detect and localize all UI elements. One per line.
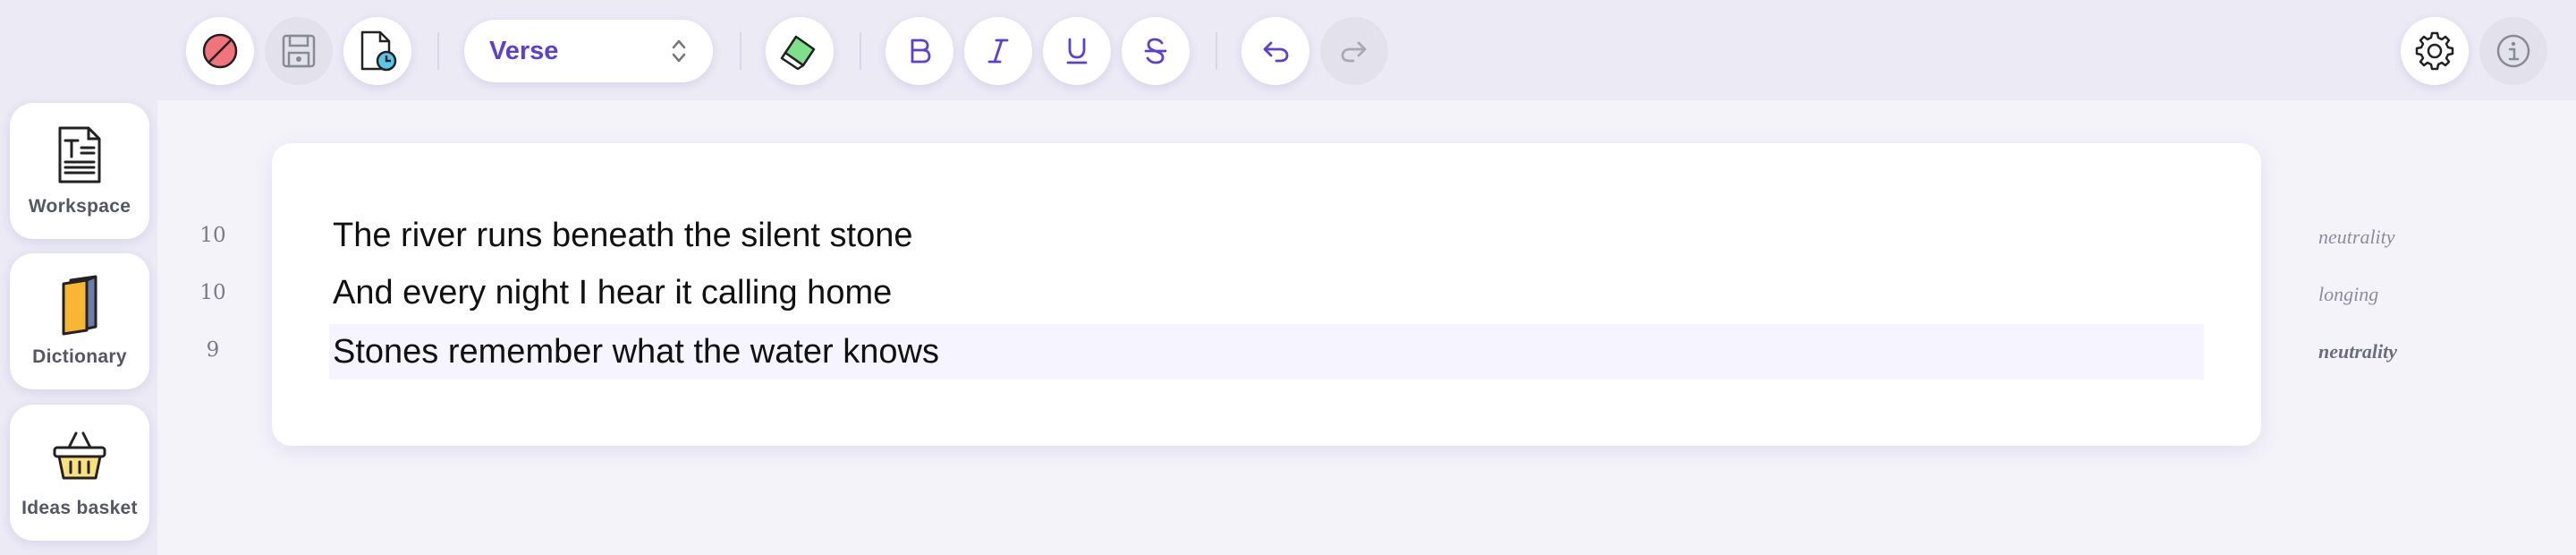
- verse-line-text: And every night I hear it calling home: [333, 273, 893, 312]
- sidebar-item-label: Workspace: [28, 196, 131, 217]
- sidebar-item-ideas-basket[interactable]: Ideas basket: [10, 405, 149, 541]
- verse-line-text: The river runs beneath the silent stone: [333, 216, 913, 254]
- italic-button[interactable]: [964, 17, 1032, 85]
- sidebar-item-dictionary[interactable]: Dictionary: [10, 253, 149, 389]
- save-button[interactable]: [265, 17, 333, 85]
- line-mood: longing: [2318, 283, 2379, 305]
- toolbar: Verse: [0, 0, 2576, 100]
- redo-button[interactable]: [1320, 17, 1388, 85]
- underline-icon: [1066, 38, 1088, 64]
- history-button[interactable]: [343, 17, 411, 85]
- strikethrough-button[interactable]: [1122, 17, 1190, 85]
- verse-line[interactable]: The river runs beneath the silent stone: [329, 208, 2204, 263]
- line-mood-active: neutrality: [2318, 340, 2398, 363]
- basket-icon: [53, 431, 106, 480]
- chevron-updown-icon: [672, 39, 686, 63]
- verse-editor[interactable]: The river runs beneath the silent stone …: [272, 143, 2261, 446]
- redo-icon: [1341, 41, 1367, 63]
- text-document-icon: [58, 126, 101, 184]
- toolbar-separator: [740, 32, 741, 70]
- settings-button[interactable]: [2401, 17, 2469, 85]
- mode-select[interactable]: Verse: [464, 20, 713, 82]
- verse-line-text: Stones remember what the water knows: [333, 332, 939, 371]
- sidebar-item-label: Dictionary: [32, 346, 127, 367]
- syllable-count: 10: [199, 224, 226, 247]
- underline-button[interactable]: [1043, 17, 1111, 85]
- book-icon: [62, 275, 97, 336]
- bold-button[interactable]: [886, 17, 953, 85]
- toolbar-separator: [437, 32, 439, 70]
- info-icon: [2496, 34, 2530, 68]
- sidebar-item-workspace[interactable]: Workspace: [10, 103, 149, 239]
- syllable-count: 10: [199, 281, 226, 304]
- gear-icon: [2415, 31, 2454, 71]
- undo-button[interactable]: [1241, 17, 1309, 85]
- strikethrough-icon: [1144, 38, 1167, 64]
- clear-button[interactable]: [186, 17, 254, 85]
- document-clock-icon: [360, 30, 397, 72]
- verse-line-active[interactable]: Stones remember what the water knows: [329, 324, 2204, 380]
- undo-icon: [1263, 41, 1289, 63]
- sidebar-item-label: Ideas basket: [21, 498, 138, 518]
- toolbar-separator: [1216, 32, 1217, 70]
- sidebar: Workspace Dictionary Ideas basket: [0, 100, 157, 555]
- verse-line[interactable]: And every night I hear it calling home: [329, 265, 2204, 320]
- toolbar-separator: [860, 32, 861, 70]
- line-mood: neutrality: [2318, 226, 2395, 248]
- mode-select-value: Verse: [489, 36, 559, 65]
- floppy-disk-icon: [282, 34, 316, 68]
- info-button[interactable]: [2479, 17, 2547, 85]
- syllable-count: 9: [206, 338, 220, 362]
- eraser-button[interactable]: [766, 17, 834, 85]
- bold-icon: [911, 38, 931, 64]
- no-entry-icon: [202, 33, 238, 69]
- eraser-icon: [780, 35, 816, 71]
- italic-icon: [987, 38, 1009, 64]
